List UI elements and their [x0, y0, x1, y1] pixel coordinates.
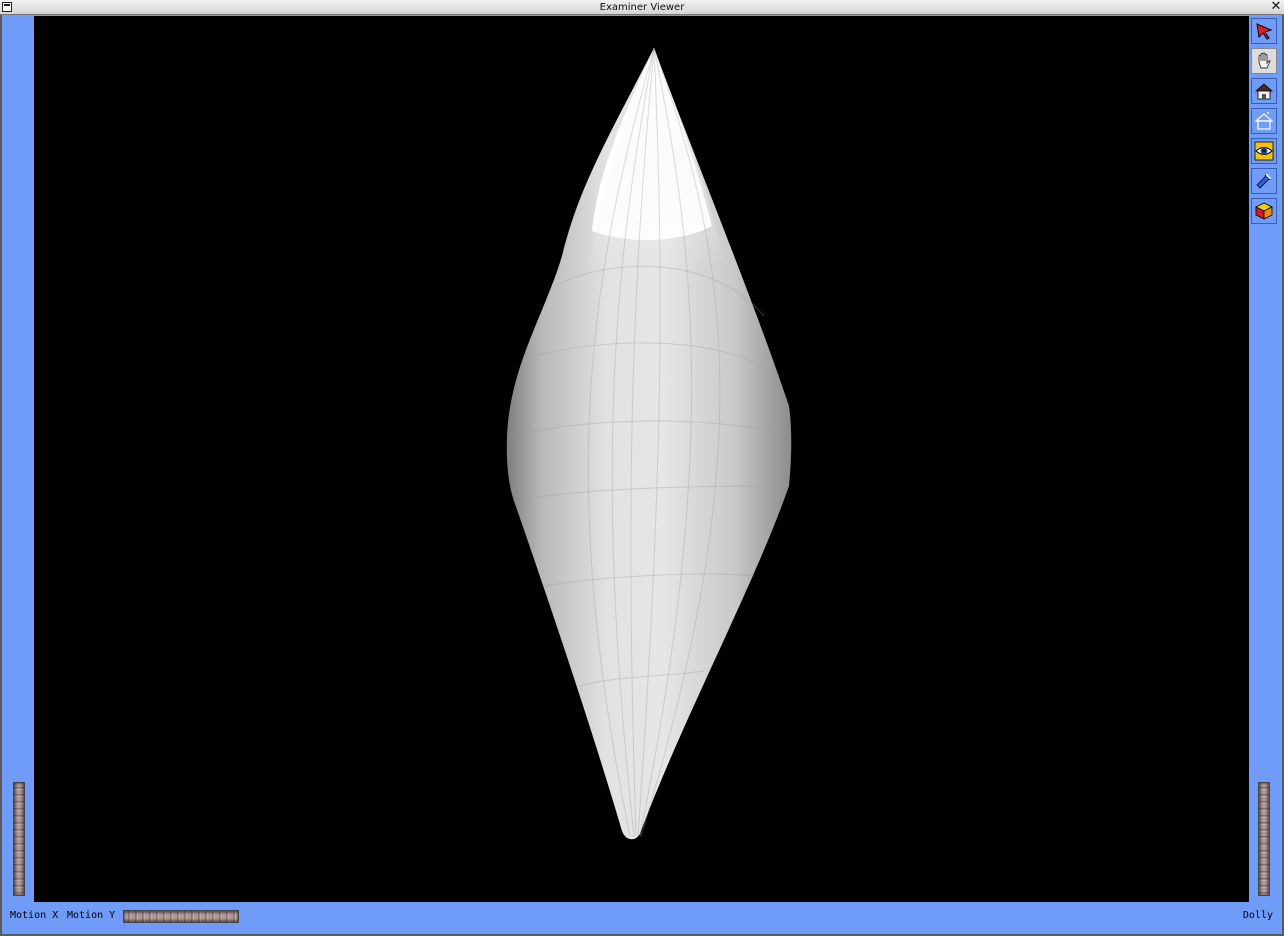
projection-button[interactable] [1251, 198, 1277, 224]
rotate-y-thumbwheel[interactable] [123, 910, 239, 923]
hand-icon [1258, 52, 1271, 69]
arrow-pointer-icon [1256, 23, 1273, 40]
flashlight-icon [1256, 173, 1272, 189]
window-title: Examiner Viewer [599, 2, 685, 13]
view-button[interactable] [1251, 48, 1277, 74]
home-icon [1254, 83, 1274, 100]
set-home-button[interactable] [1251, 108, 1277, 134]
set-home-icon [1254, 112, 1274, 130]
eye-icon [1254, 141, 1274, 161]
dolly-thumbwheel[interactable] [1258, 782, 1270, 896]
view-all-button[interactable] [1251, 138, 1277, 164]
home-button[interactable] [1251, 78, 1277, 104]
motion-y-label: Motion Y [67, 910, 116, 921]
motion-x-label: Motion X [10, 910, 59, 921]
cube-icon [1255, 202, 1273, 220]
close-icon[interactable]: ✕ [1270, 0, 1282, 14]
title-bar: Examiner Viewer ✕ [0, 0, 1284, 15]
dolly-label: Dolly [1242, 910, 1273, 921]
window-frame-left[interactable] [0, 15, 2, 936]
render-viewport[interactable] [34, 16, 1249, 902]
spindle-model [506, 47, 792, 840]
seek-button[interactable] [1251, 168, 1277, 194]
select-button[interactable] [1251, 18, 1277, 44]
rotate-x-thumbwheel[interactable] [13, 782, 25, 896]
